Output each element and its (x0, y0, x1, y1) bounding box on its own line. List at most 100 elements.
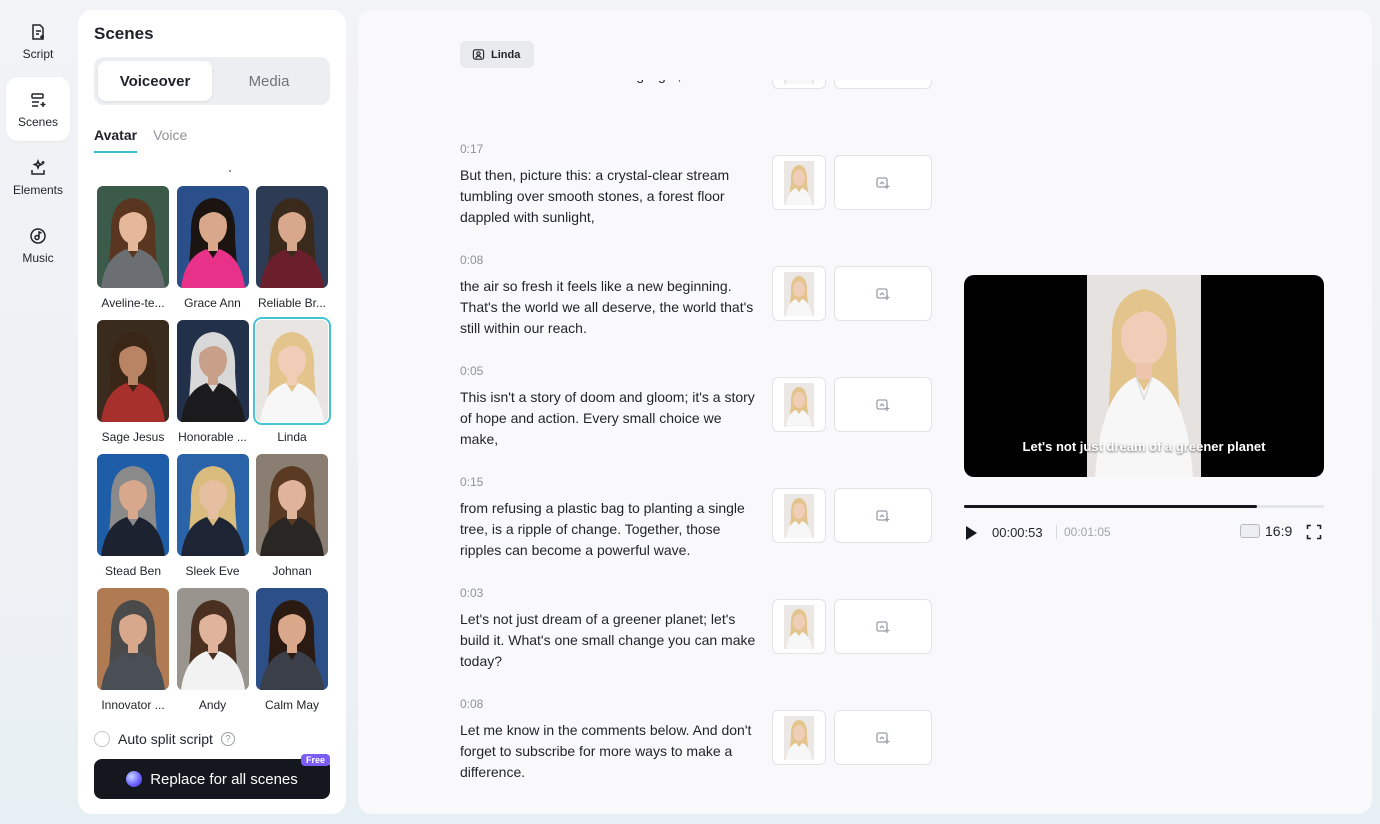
tab-media[interactable]: Media (212, 61, 326, 101)
avatar-name: Grace Ann (184, 296, 241, 310)
fullscreen-icon[interactable] (1306, 524, 1322, 540)
add-media-icon (875, 730, 891, 746)
scene-script-text[interactable]: the air so fresh it feels like a new beg… (460, 276, 760, 339)
add-media-button[interactable] (834, 599, 932, 654)
scene-item: 0:03 Let's not just dream of a greener pl… (460, 586, 940, 696)
total-time: 00:01:05 (1064, 525, 1111, 539)
scene-script-text[interactable]: Let's not just dream of a greener planet… (460, 609, 760, 672)
tab-avatar[interactable]: Avatar (94, 127, 138, 153)
video-caption: Let's not just dream of a greener planet (1022, 439, 1266, 454)
aspect-ratio-label: 16:9 (1265, 523, 1293, 539)
avatar-card[interactable]: Grace Ann (176, 186, 249, 310)
scene-duration: 0:03 (460, 586, 484, 600)
scene-script-text[interactable]: of a city, city so thick with smog you c… (460, 80, 760, 86)
orb-icon (126, 771, 143, 787)
add-media-button[interactable] (834, 710, 932, 765)
script-scene-list: of a city, city so thick with smog you c… (460, 80, 940, 814)
avatar-card[interactable]: Johnan (256, 454, 328, 578)
avatar-card[interactable]: Andy (176, 588, 249, 712)
avatar-card[interactable]: Linda (253, 317, 331, 444)
rail-label-script: Script (22, 46, 54, 61)
add-media-icon (875, 397, 891, 413)
rail-item-script[interactable]: Script (6, 9, 70, 73)
rail-label-music: Music (22, 250, 54, 265)
rail-label-elements: Elements (12, 182, 64, 197)
scene-item: 0:08 the air so fresh it feels like a new… (460, 253, 940, 363)
avatar-card[interactable]: Honorable ... (176, 320, 249, 444)
avatar-voice-tabs: Avatar Voice (94, 127, 187, 153)
avatar-card[interactable]: Reliable Br... (256, 186, 328, 310)
tab-voiceover[interactable]: Voiceover (98, 61, 212, 101)
replace-all-scenes-button[interactable]: Replace for all scenes Free (94, 754, 330, 799)
avatar-card[interactable]: Calm May (256, 588, 328, 712)
avatar-thumbnail (253, 317, 331, 425)
rail-label-scenes: Scenes (17, 114, 59, 129)
avatar-card[interactable]: Stead Ben (97, 454, 169, 578)
player-controls: 00:00:53 00:01:05 16:9 (964, 522, 1324, 544)
avatar-card[interactable]: Innovator ... (97, 588, 169, 712)
rail-item-music[interactable]: Music (6, 213, 70, 277)
avatar-name: Stead Ben (104, 564, 162, 578)
scene-item: 0:05 This isn't a story of doom and gloom… (460, 364, 940, 474)
avatar-name: Linda (277, 430, 307, 444)
avatar-card[interactable]: Aveline-te... (97, 186, 169, 310)
rail-item-elements[interactable]: Elements (6, 145, 70, 209)
add-media-icon (875, 508, 891, 524)
avatar-thumbnail (97, 320, 169, 422)
scene-avatar-thumbnail[interactable] (772, 377, 826, 432)
add-media-button[interactable] (834, 266, 932, 321)
scene-duration: 0:15 (460, 475, 484, 489)
replace-button-label: Replace for all scenes (150, 770, 298, 788)
auto-split-radio[interactable] (94, 731, 110, 747)
scene-avatar-thumbnail[interactable] (772, 710, 826, 765)
progress-bar[interactable] (964, 505, 1324, 508)
scene-avatar-thumbnail[interactable] (772, 266, 826, 321)
scene-script-text[interactable]: But then, picture this: a crystal-clear … (460, 165, 760, 228)
add-media-icon (875, 175, 891, 191)
question-icon[interactable]: ? (220, 732, 235, 746)
scene-item: 0:08 Let me know in the comments below. A… (460, 697, 940, 807)
scene-avatar-thumbnail[interactable] (772, 155, 826, 210)
add-media-icon (875, 286, 891, 302)
scene-avatar-thumbnail[interactable] (772, 599, 826, 654)
avatar-name: Calm May (264, 698, 319, 712)
avatar-card[interactable]: Sage Jesus (97, 320, 169, 444)
elements-icon (31, 158, 45, 175)
avatar-thumbnail (176, 588, 249, 690)
play-icon[interactable] (966, 526, 977, 540)
avatar-chip-icon (472, 49, 485, 60)
video-preview[interactable]: Let's not just dream of a greener planet (964, 275, 1324, 477)
scene-script-text[interactable]: This isn't a story of doom and gloom; it… (460, 387, 760, 450)
scene-avatar-thumbnail[interactable] (772, 488, 826, 543)
scroll-dot (229, 170, 231, 172)
avatar-thumbnail (97, 186, 169, 288)
panel-title: Scenes (94, 24, 154, 43)
avatar-name: Sleek Eve (185, 564, 240, 578)
avatar-card[interactable]: Sleek Eve (176, 454, 249, 578)
tab-voice[interactable]: Voice (153, 127, 187, 153)
avatar-thumbnail (97, 588, 169, 690)
avatar-name: Reliable Br... (257, 296, 327, 310)
scene-avatar-thumbnail[interactable] (772, 80, 826, 89)
avatar-thumbnail (256, 588, 328, 690)
add-media-button[interactable] (834, 488, 932, 543)
rail-item-scenes[interactable]: Scenes (6, 77, 70, 141)
scene-duration: 0:08 (460, 697, 484, 711)
avatar-name: Sage Jesus (101, 430, 165, 444)
avatar-thumbnail (176, 320, 249, 422)
avatar-thumbnail (256, 186, 328, 288)
aspect-ratio-button[interactable]: 16:9 (1240, 523, 1292, 539)
auto-split-option: Auto split script ? (94, 731, 235, 747)
scene-script-text[interactable]: from refusing a plastic bag to planting … (460, 498, 760, 561)
scene-duration: 0:08 (460, 253, 484, 267)
add-media-button[interactable] (834, 155, 932, 210)
add-media-button[interactable] (834, 80, 932, 89)
scene-duration: 0:17 (460, 142, 484, 156)
scene-script-text[interactable]: Let me know in the comments below. And d… (460, 720, 760, 783)
avatar-thumbnail (97, 454, 169, 556)
add-media-button[interactable] (834, 377, 932, 432)
aspect-ratio-icon (1240, 524, 1260, 538)
add-media-icon (875, 619, 891, 635)
avatar-chip[interactable]: Linda (460, 41, 535, 68)
scene-duration: 0:05 (460, 364, 484, 378)
